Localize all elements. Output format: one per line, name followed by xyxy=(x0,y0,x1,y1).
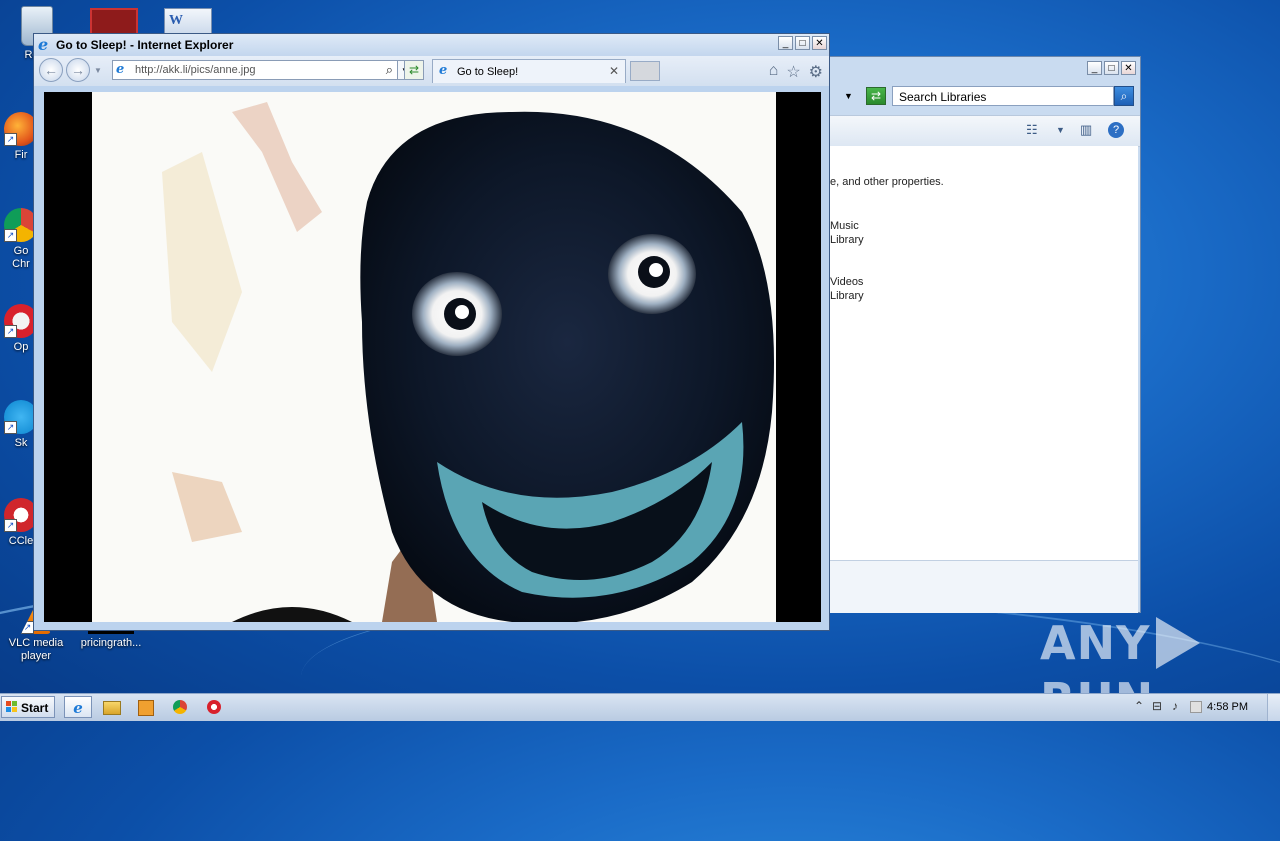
page-icon: e xyxy=(116,62,125,77)
shortcut-arrow-icon: ↗ xyxy=(4,133,17,146)
word-letter: W xyxy=(169,13,183,28)
desktop-icon-label: Op xyxy=(13,341,29,353)
library-description: e, and other properties. xyxy=(830,176,944,188)
desktop-icon-label: VLC media player xyxy=(8,637,64,662)
toolbar-icons: ⌂ ☆ ⚙ xyxy=(769,62,823,82)
close-button[interactable]: ✕ xyxy=(812,36,827,50)
minimize-button[interactable]: _ xyxy=(778,36,793,50)
internet-explorer-icon: e xyxy=(38,35,49,54)
home-icon[interactable]: ⌂ xyxy=(769,62,779,82)
shortcut-arrow-icon: ↗ xyxy=(4,229,17,242)
internet-explorer-icon[interactable]: e xyxy=(64,696,92,718)
new-tab-button[interactable] xyxy=(630,61,660,81)
view-options-icon[interactable]: ☷ xyxy=(1026,122,1038,138)
library-music-type: Library xyxy=(830,234,864,246)
shortcut-arrow-icon: ↗ xyxy=(4,421,17,434)
minimize-button[interactable]: _ xyxy=(1087,61,1102,75)
explorer-details-pane xyxy=(830,560,1138,613)
library-music-name[interactable]: Music xyxy=(830,220,859,232)
address-bar[interactable]: e http://akk.li/pics/anne.jpg ⌕ xyxy=(112,60,398,80)
search-icon[interactable]: ⌕ xyxy=(1114,86,1134,106)
desktop-icon-label: pricingrath... xyxy=(80,637,142,649)
window-title: Go to Sleep! - Internet Explorer xyxy=(56,38,234,52)
shortcut-arrow-icon: ↗ xyxy=(4,325,17,338)
explorer-window-controls: _ □ ✕ xyxy=(1087,61,1136,75)
settings-gear-icon[interactable]: ⚙ xyxy=(809,62,823,82)
displayed-image xyxy=(92,92,776,622)
library-videos-name[interactable]: Videos xyxy=(830,276,863,288)
windows-logo-icon xyxy=(6,701,18,713)
refresh-icon[interactable]: ⇄ xyxy=(866,87,886,105)
maximize-button[interactable]: □ xyxy=(1104,61,1119,75)
compatibility-refresh-icon[interactable]: ⇄ xyxy=(404,60,424,80)
favorites-star-icon[interactable]: ☆ xyxy=(786,62,800,82)
navigation-bar: ← → ▼ e http://akk.li/pics/anne.jpg ⌕ ▼ … xyxy=(34,56,829,86)
start-button[interactable]: Start xyxy=(1,696,55,718)
shortcut-arrow-icon: ↗ xyxy=(4,519,17,532)
close-button[interactable]: ✕ xyxy=(1121,61,1136,75)
chrome-icon[interactable] xyxy=(166,696,194,718)
chevron-down-icon[interactable]: ▼ xyxy=(844,91,853,101)
title-bar[interactable]: e Go to Sleep! - Internet Explorer _ □ ✕ xyxy=(34,34,829,56)
help-icon[interactable]: ? xyxy=(1108,122,1124,138)
watermark-left-text: ANY xyxy=(1040,615,1151,670)
recent-pages-chevron-icon[interactable]: ▼ xyxy=(94,66,102,75)
search-input[interactable]: Search Libraries xyxy=(892,86,1114,106)
tab-label: Go to Sleep! xyxy=(457,66,519,78)
desktop-icon-label: Fir xyxy=(14,149,28,161)
volume-icon[interactable]: ♪ xyxy=(1172,699,1178,713)
play-logo-icon xyxy=(1156,616,1201,669)
taskbar: Start e ⌃ ⊟ ♪ 4:58 PM xyxy=(0,693,1280,721)
desktop-icon-label: Go Chr xyxy=(12,245,30,270)
window-controls: _ □ ✕ xyxy=(778,36,827,50)
opera-icon[interactable] xyxy=(200,696,228,718)
start-label: Start xyxy=(21,701,49,715)
network-icon[interactable]: ⊟ xyxy=(1152,699,1162,713)
tab-go-to-sleep[interactable]: e Go to Sleep! ✕ xyxy=(432,59,626,83)
forward-arrow-icon[interactable]: → xyxy=(66,58,90,82)
explorer-content: e, and other properties. Music Library V… xyxy=(830,146,1138,560)
maximize-button[interactable]: □ xyxy=(795,36,810,50)
address-url: http://akk.li/pics/anne.jpg xyxy=(135,64,256,76)
chevron-down-icon[interactable]: ▼ xyxy=(1056,125,1065,135)
explorer-command-bar: ☷ ▼ ▥ ? xyxy=(830,115,1140,147)
back-arrow-icon[interactable]: ← xyxy=(39,58,63,82)
explorer-window[interactable]: _ □ ✕ ▼ ⇄ Search Libraries ⌕ ☷ ▼ ▥ ? e, … xyxy=(830,56,1141,613)
page-icon: e xyxy=(439,63,448,78)
library-videos-type: Library xyxy=(830,290,864,302)
clock[interactable]: 4:58 PM xyxy=(1207,701,1248,713)
windows-explorer-icon[interactable] xyxy=(98,696,126,718)
system-tray: ⌃ ⊟ ♪ 4:58 PM xyxy=(1130,694,1280,721)
search-placeholder: Search Libraries xyxy=(899,90,987,104)
desktop-icon-label: Sk xyxy=(14,437,28,449)
explorer-address-bar: ▼ ⇄ Search Libraries ⌕ xyxy=(830,84,1140,110)
internet-explorer-window[interactable]: e Go to Sleep! - Internet Explorer _ □ ✕… xyxy=(33,33,830,631)
preview-pane-icon[interactable]: ▥ xyxy=(1080,122,1092,138)
search-icon[interactable]: ⌕ xyxy=(386,62,393,78)
page-content xyxy=(44,92,821,622)
media-player-icon[interactable] xyxy=(132,696,160,718)
show-desktop-button[interactable] xyxy=(1267,694,1280,721)
show-hidden-icons-icon[interactable]: ⌃ xyxy=(1134,699,1144,713)
desktop-icon-label: CCle xyxy=(8,535,34,547)
scary-face-image xyxy=(92,92,776,622)
action-center-icon[interactable] xyxy=(1190,701,1202,713)
tab-close-icon[interactable]: ✕ xyxy=(609,64,619,78)
